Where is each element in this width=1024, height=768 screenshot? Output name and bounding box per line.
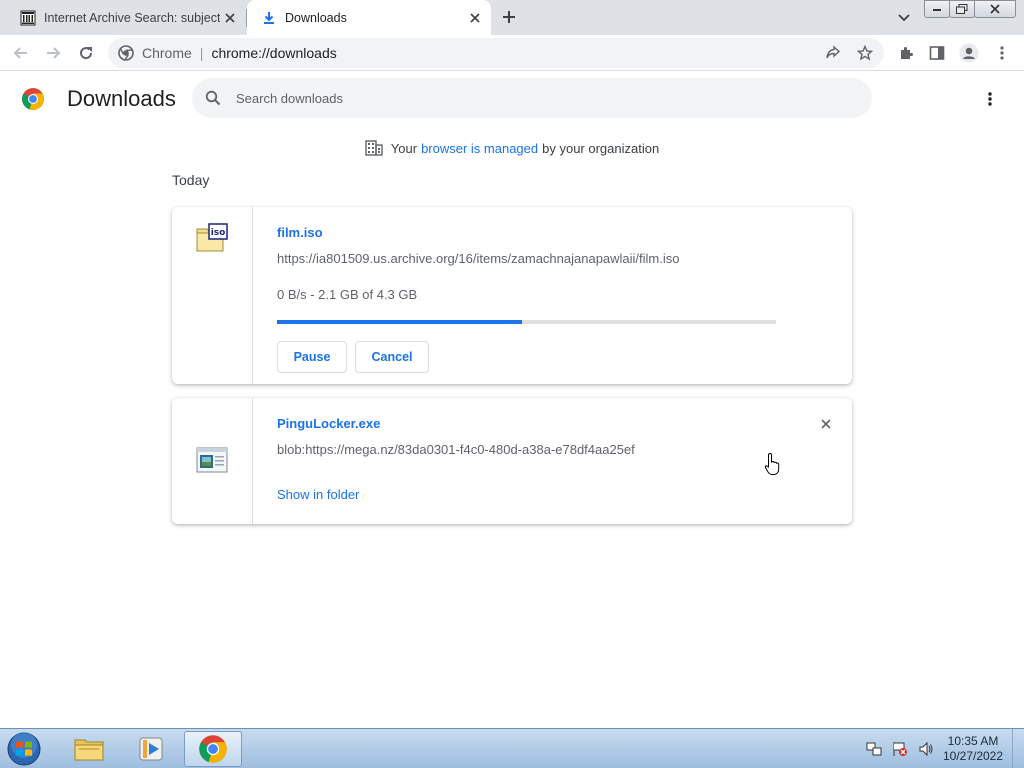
taskbar-explorer[interactable] bbox=[60, 731, 118, 767]
back-arrow-icon bbox=[13, 47, 27, 59]
download-status: 0 B/s - 2.1 GB of 4.3 GB bbox=[277, 287, 418, 302]
tab-downloads[interactable]: Downloads bbox=[247, 0, 491, 35]
url-text[interactable]: chrome://downloads bbox=[211, 45, 336, 61]
show-desktop-button[interactable] bbox=[1012, 729, 1024, 768]
pause-button[interactable]: Pause bbox=[277, 341, 347, 373]
media-player-icon bbox=[139, 737, 163, 761]
bookmark-button[interactable] bbox=[852, 41, 878, 65]
side-panel-icon bbox=[929, 46, 945, 60]
progress-fill bbox=[277, 320, 522, 324]
search-input[interactable] bbox=[236, 90, 796, 106]
omnibox-actions bbox=[814, 41, 878, 65]
forward-arrow-icon bbox=[47, 47, 61, 59]
more-vert-icon bbox=[1000, 46, 1004, 60]
tab-internet-archive[interactable]: Internet Archive Search: subject:" bbox=[0, 0, 246, 35]
taskbar-chrome[interactable] bbox=[184, 731, 242, 767]
more-vert-icon bbox=[988, 92, 992, 106]
window-controls bbox=[924, 0, 1016, 18]
close-tab-icon[interactable] bbox=[220, 8, 240, 28]
reload-icon bbox=[80, 47, 93, 60]
puzzle-icon bbox=[901, 47, 913, 59]
building-icon bbox=[365, 139, 383, 157]
chrome-menu-button[interactable] bbox=[989, 40, 1015, 66]
tab-title: Internet Archive Search: subject:" bbox=[44, 10, 220, 25]
action-center-icon[interactable] bbox=[890, 739, 910, 759]
new-tab-button[interactable] bbox=[498, 6, 520, 28]
file-name-link[interactable]: film.iso bbox=[277, 225, 323, 240]
profile-button[interactable] bbox=[956, 40, 982, 66]
clock-date: 10/27/2022 bbox=[942, 749, 1004, 763]
network-icon[interactable] bbox=[864, 739, 884, 759]
downloads-header: Downloads bbox=[0, 72, 1024, 128]
clock-time: 10:35 AM bbox=[947, 734, 999, 748]
site-info-chip[interactable]: Chrome bbox=[118, 45, 192, 61]
download-details: film.iso https://ia801509.us.archive.org… bbox=[277, 207, 852, 384]
windows-logo-icon bbox=[7, 732, 41, 766]
minimize-button[interactable] bbox=[924, 0, 950, 18]
file-source-url[interactable]: blob:https://mega.nz/83da0301-f4c0-480d-… bbox=[277, 442, 635, 457]
tab-title: Downloads bbox=[285, 10, 347, 25]
download-icon bbox=[261, 10, 277, 26]
archive-icon bbox=[20, 10, 36, 26]
side-panel-button[interactable] bbox=[924, 40, 950, 66]
close-icon bbox=[821, 419, 831, 429]
search-icon bbox=[204, 89, 222, 107]
downloads-menu-button[interactable] bbox=[978, 87, 1002, 111]
remove-download-button[interactable] bbox=[816, 414, 836, 434]
browser-toolbar: Chrome | chrome://downloads bbox=[0, 35, 1024, 71]
minimize-icon bbox=[933, 9, 941, 11]
close-icon bbox=[990, 4, 1000, 14]
system-clock[interactable]: 10:35 AM 10/27/2022 bbox=[940, 734, 1006, 764]
page-title: Downloads bbox=[67, 86, 176, 111]
chrome-icon bbox=[199, 735, 227, 763]
back-button[interactable] bbox=[8, 40, 34, 66]
close-tab-icon[interactable] bbox=[465, 8, 485, 28]
file-icon-column: iso bbox=[172, 207, 253, 384]
managed-notice: Your browser is managed by your organiza… bbox=[0, 138, 1024, 158]
file-source-url[interactable]: https://ia801509.us.archive.org/16/items… bbox=[277, 251, 680, 266]
chrome-logo-icon bbox=[21, 87, 45, 111]
system-tray bbox=[864, 739, 942, 759]
file-icon-column bbox=[172, 398, 253, 524]
managed-text-before: Your bbox=[390, 140, 418, 156]
separator: | bbox=[199, 45, 204, 61]
forward-button[interactable] bbox=[40, 40, 66, 66]
restore-icon bbox=[956, 4, 968, 14]
cancel-button[interactable]: Cancel bbox=[355, 341, 429, 373]
taskbar-media-player[interactable] bbox=[122, 731, 180, 767]
tab-strip: Internet Archive Search: subject:" Downl… bbox=[0, 0, 1024, 35]
svg-text:iso: iso bbox=[211, 228, 226, 238]
date-section-heading: Today bbox=[172, 172, 210, 188]
managed-text-after: by your organization bbox=[542, 140, 660, 156]
browser-managed-link[interactable]: browser is managed bbox=[421, 141, 538, 156]
avatar-icon bbox=[959, 43, 979, 63]
windows-taskbar: 10:35 AM 10/27/2022 bbox=[0, 728, 1024, 768]
share-button[interactable] bbox=[820, 41, 846, 65]
chevron-down-icon bbox=[898, 14, 910, 22]
volume-icon[interactable] bbox=[916, 739, 936, 759]
search-downloads[interactable] bbox=[192, 78, 872, 118]
download-item: iso film.iso https://ia801509.us.archive… bbox=[172, 207, 852, 384]
tab-search-button[interactable] bbox=[894, 8, 914, 28]
address-bar[interactable]: Chrome | chrome://downloads bbox=[108, 38, 884, 68]
extensions-button[interactable] bbox=[893, 40, 919, 66]
exe-file-icon bbox=[196, 446, 228, 478]
plus-icon bbox=[503, 11, 515, 23]
file-name-link[interactable]: PinguLocker.exe bbox=[277, 416, 380, 431]
star-icon bbox=[857, 45, 873, 61]
folder-icon bbox=[74, 739, 104, 761]
iso-file-icon: iso bbox=[196, 223, 228, 255]
show-in-folder-link[interactable]: Show in folder bbox=[277, 487, 359, 502]
chrome-icon bbox=[118, 45, 134, 61]
download-item: PinguLocker.exe blob:https://mega.nz/83d… bbox=[172, 398, 852, 524]
restore-button[interactable] bbox=[949, 0, 975, 18]
window-close-button[interactable] bbox=[974, 0, 1016, 18]
download-progress-bar bbox=[277, 320, 776, 324]
site-label: Chrome bbox=[142, 45, 192, 61]
hand-cursor-icon bbox=[764, 452, 782, 476]
reload-button[interactable] bbox=[73, 40, 99, 66]
share-icon bbox=[826, 45, 841, 59]
start-button[interactable] bbox=[4, 730, 44, 768]
